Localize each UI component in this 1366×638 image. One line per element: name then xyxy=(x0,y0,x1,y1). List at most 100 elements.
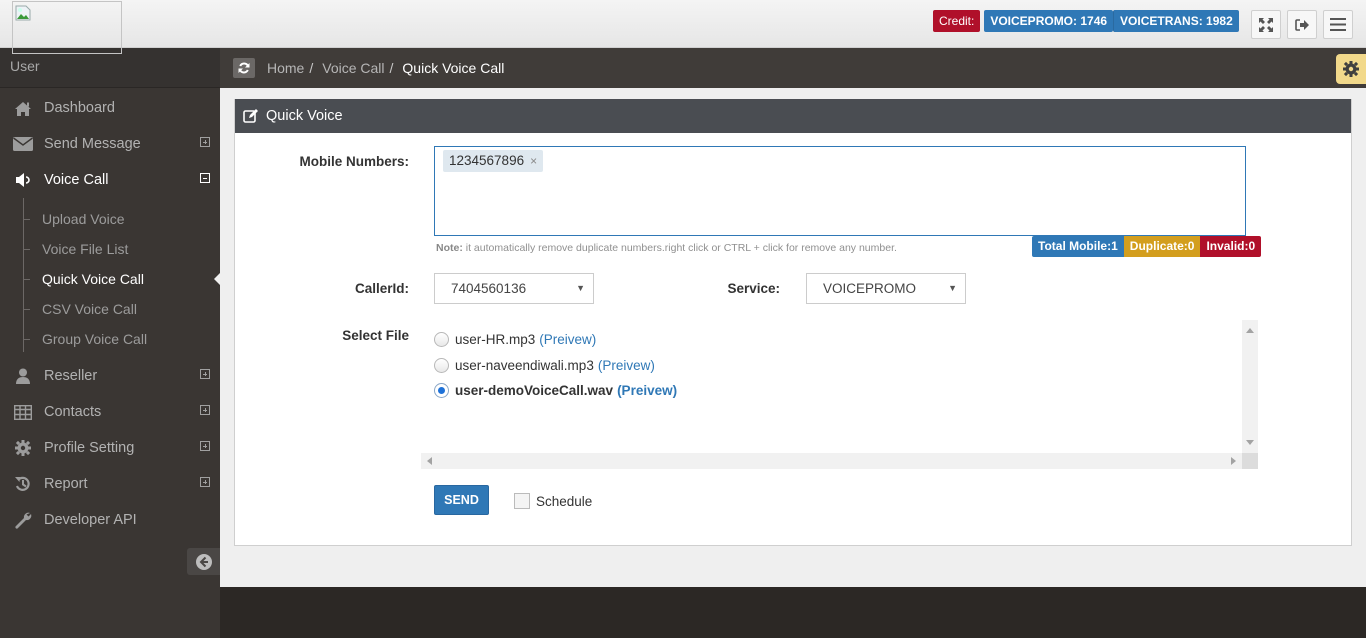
expand-icon[interactable] xyxy=(200,137,210,147)
refresh-button[interactable] xyxy=(233,58,255,78)
collapse-sidebar-button[interactable] xyxy=(187,548,220,575)
edit-icon xyxy=(243,109,258,123)
gear-icon xyxy=(1343,61,1359,77)
submenu-item-voice-file-list[interactable]: Voice File List xyxy=(0,234,220,264)
sidebar-item-label: Send Message xyxy=(44,136,141,152)
logo-image[interactable] xyxy=(12,1,122,54)
service-label: Service: xyxy=(727,281,780,296)
logout-button[interactable] xyxy=(1287,10,1317,39)
callerid-value: 7404560136 xyxy=(451,281,527,296)
duplicate-badge: Duplicate:0 xyxy=(1123,236,1201,257)
home-icon xyxy=(15,101,31,116)
file-option[interactable]: user-demoVoiceCall.wav (Preivew) xyxy=(434,378,1242,404)
sidebar-item-label: Voice Call xyxy=(44,172,109,188)
panel-title: Quick Voice xyxy=(266,108,343,124)
voicetrans-balance: VOICETRANS: 1982 xyxy=(1113,10,1239,32)
scroll-left-icon[interactable] xyxy=(427,457,432,465)
mobile-tag[interactable]: 1234567896 × xyxy=(443,150,544,172)
expand-icon[interactable] xyxy=(200,405,210,415)
quick-voice-panel: Quick Voice Mobile Numbers: 1234567896 × … xyxy=(234,99,1352,546)
remove-tag-icon[interactable]: × xyxy=(530,154,537,168)
scroll-down-icon[interactable] xyxy=(1246,440,1254,445)
file-option[interactable]: user-HR.mp3 (Preivew) xyxy=(434,327,1242,353)
sidebar-item-report[interactable]: Report xyxy=(0,466,220,502)
fullscreen-icon xyxy=(1259,17,1273,32)
credit-label: Credit: xyxy=(933,10,981,32)
gear-icon xyxy=(15,440,31,456)
schedule-option[interactable]: Schedule xyxy=(514,493,592,509)
file-radio[interactable] xyxy=(434,332,449,348)
settings-button[interactable] xyxy=(1336,54,1366,84)
submenu-item-upload-voice[interactable]: Upload Voice xyxy=(0,204,220,234)
breadcrumb-home[interactable]: Home xyxy=(267,60,304,76)
voicepromo-balance: VOICEPROMO: 1746 xyxy=(984,10,1114,32)
file-options: user-HR.mp3 (Preivew) user-naveendiwali.… xyxy=(421,320,1242,453)
top-header: Credit: VOICEPROMO: 1746 VOICETRANS: 198… xyxy=(0,0,1366,48)
arrow-left-circle-icon xyxy=(195,553,212,570)
sidebar-item-label: Profile Setting xyxy=(44,440,135,456)
file-name: user-HR.mp3 xyxy=(455,332,536,348)
sidebar-item-developer-api[interactable]: Developer API xyxy=(0,502,220,538)
speaker-icon xyxy=(16,173,30,187)
sidebar-item-dashboard[interactable]: Dashboard xyxy=(0,90,220,126)
horizontal-scrollbar[interactable] xyxy=(421,453,1242,469)
logout-icon xyxy=(1295,18,1309,31)
user-label: User xyxy=(10,58,40,74)
credit-badges: Credit: VOICEPROMO: 1746 VOICETRANS: 198… xyxy=(933,10,1239,32)
sidebar-item-label: Developer API xyxy=(44,512,137,528)
total-mobile-badge: Total Mobile:1 xyxy=(1032,236,1124,257)
select-file-label: Select File xyxy=(342,328,409,343)
refresh-icon xyxy=(238,62,250,74)
preview-link[interactable]: (Preivew) xyxy=(617,383,677,398)
vertical-scrollbar[interactable] xyxy=(1242,320,1258,453)
scroll-right-icon[interactable] xyxy=(1231,457,1236,465)
callerid-select[interactable]: 7404560136 ▼ xyxy=(434,273,594,304)
schedule-label: Schedule xyxy=(536,493,593,509)
sidebar-item-label: Dashboard xyxy=(44,100,115,116)
mobile-note: Note: it automatically remove duplicate … xyxy=(436,242,897,254)
main-content: Quick Voice Mobile Numbers: 1234567896 × … xyxy=(220,88,1366,587)
expand-icon[interactable] xyxy=(200,477,210,487)
user-icon xyxy=(16,368,30,384)
note-text: it automatically remove duplicate number… xyxy=(462,242,897,254)
mobile-numbers-input[interactable]: 1234567896 × xyxy=(434,146,1246,236)
submenu-item-group-voice-call[interactable]: Group Voice Call xyxy=(0,324,220,354)
voice-call-submenu: Upload Voice Voice File List Quick Voice… xyxy=(0,198,220,358)
sidebar-item-label: Report xyxy=(44,476,88,492)
breadcrumb-current: Quick Voice Call xyxy=(402,60,505,76)
sidebar-item-reseller[interactable]: Reseller xyxy=(0,358,220,394)
file-radio-selected[interactable] xyxy=(434,383,449,399)
chevron-down-icon: ▼ xyxy=(948,283,957,293)
scrollbar-corner xyxy=(1242,453,1258,469)
breadcrumb: Home / Voice Call / Quick Voice Call xyxy=(267,60,504,76)
preview-link[interactable]: (Preivew) xyxy=(598,358,655,373)
history-icon xyxy=(15,476,30,491)
expand-icon[interactable] xyxy=(200,441,210,451)
file-option[interactable]: user-naveendiwali.mp3 (Preivew) xyxy=(434,353,1242,379)
breadcrumb-voice-call[interactable]: Voice Call xyxy=(322,60,384,76)
breadcrumb-separator: / xyxy=(309,60,314,76)
callerid-label: CallerId: xyxy=(354,281,409,296)
send-button[interactable]: SEND xyxy=(434,485,489,515)
sidebar-item-contacts[interactable]: Contacts xyxy=(0,394,220,430)
sidebar-item-profile-setting[interactable]: Profile Setting xyxy=(0,430,220,466)
file-list: user-HR.mp3 (Preivew) user-naveendiwali.… xyxy=(421,320,1258,469)
sidebar-item-send-message[interactable]: Send Message xyxy=(0,126,220,162)
breadcrumb-separator: / xyxy=(389,60,394,76)
sidebar-item-voice-call[interactable]: Voice Call xyxy=(0,162,220,198)
envelope-icon xyxy=(13,137,33,151)
file-name: user-naveendiwali.mp3 xyxy=(455,357,594,373)
file-radio[interactable] xyxy=(434,357,449,373)
menu-button[interactable] xyxy=(1323,10,1353,39)
mobile-tag-value: 1234567896 xyxy=(449,153,525,168)
submenu-item-csv-voice-call[interactable]: CSV Voice Call xyxy=(0,294,220,324)
scroll-up-icon[interactable] xyxy=(1246,328,1254,333)
collapse-icon[interactable] xyxy=(200,173,210,183)
schedule-checkbox[interactable] xyxy=(514,493,530,509)
fullscreen-button[interactable] xyxy=(1251,10,1281,39)
preview-link[interactable]: (Preivew) xyxy=(539,332,596,347)
expand-icon[interactable] xyxy=(200,369,210,379)
submenu-item-quick-voice-call[interactable]: Quick Voice Call xyxy=(0,264,220,294)
service-select[interactable]: VOICEPROMO ▼ xyxy=(806,273,966,304)
breadcrumb-bar: Home / Voice Call / Quick Voice Call xyxy=(220,48,1366,88)
